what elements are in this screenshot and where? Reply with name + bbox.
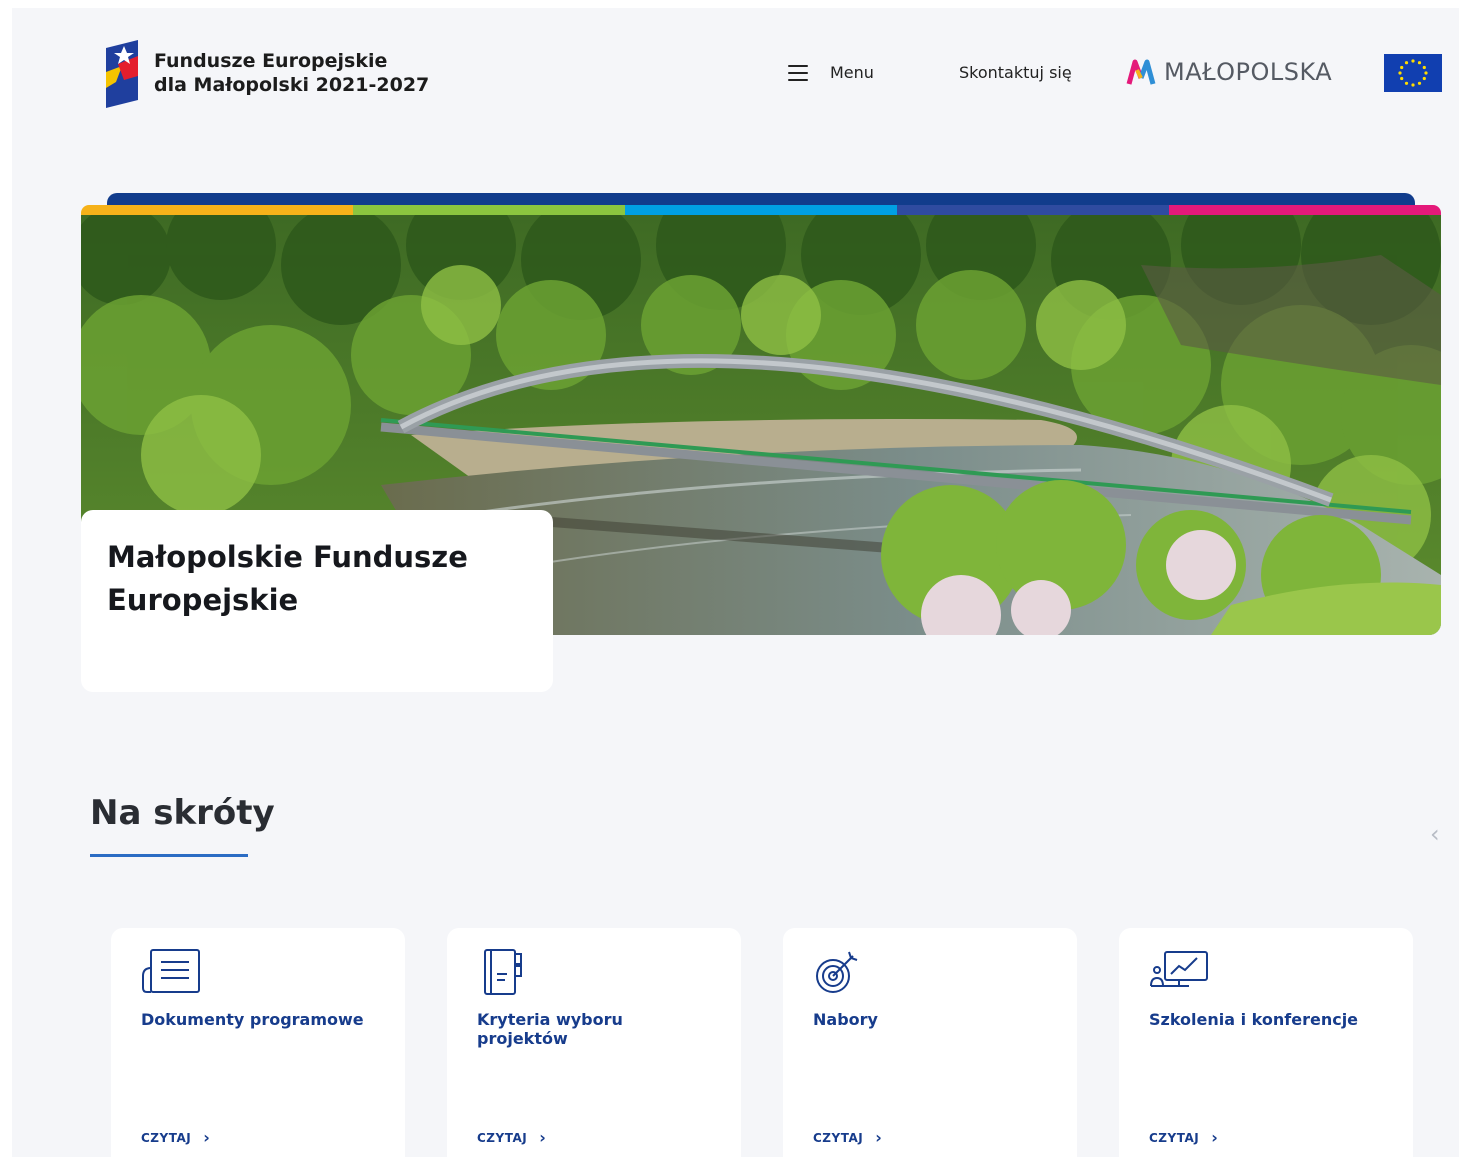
chevron-right-icon: › <box>539 1128 547 1147</box>
stripe-green <box>353 205 625 215</box>
chevron-left-icon[interactable]: ‹ <box>1430 820 1440 848</box>
stripe-cyan <box>625 205 897 215</box>
notebook-icon <box>484 949 522 995</box>
chevron-right-icon: › <box>203 1128 211 1147</box>
malopolska-logo[interactable]: MAŁOPOLSKA <box>1126 58 1332 86</box>
menu-label: Menu <box>830 63 874 82</box>
eu-flag <box>1384 54 1442 92</box>
hero-title: Małopolskie Fundusze Europejskie <box>107 540 468 617</box>
shortcut-card-documents[interactable]: Dokumenty programowe CZYTAJ › <box>111 928 405 1157</box>
stripe-yellow <box>81 205 353 215</box>
hero-color-stripes <box>81 205 1441 215</box>
shortcut-cards: Dokumenty programowe CZYTAJ › Kryteria w… <box>111 928 1413 1157</box>
stripe-navy <box>897 205 1169 215</box>
chevron-right-icon: › <box>875 1128 883 1147</box>
card-title: Kryteria wyboru projektów <box>477 1010 623 1048</box>
shortcut-card-criteria[interactable]: Kryteria wyboru projektów CZYTAJ › <box>447 928 741 1157</box>
malopolska-label: MAŁOPOLSKA <box>1164 58 1333 86</box>
chevron-right-icon: › <box>1211 1128 1219 1147</box>
read-more-link[interactable]: CZYTAJ › <box>141 1128 210 1147</box>
fe-logo-icon <box>106 40 138 108</box>
menu-button[interactable]: Menu <box>788 63 874 82</box>
read-more-label: CZYTAJ <box>813 1130 864 1145</box>
read-more-link[interactable]: CZYTAJ › <box>813 1128 882 1147</box>
target-icon <box>816 951 858 993</box>
card-title: Szkolenia i konferencje <box>1149 1010 1359 1029</box>
hero-card: Małopolskie Fundusze Europejskie <box>81 510 553 692</box>
eu-stars-icon <box>1398 59 1428 87</box>
page: Fundusze Europejskie dla Małopolski 2021… <box>12 8 1459 1157</box>
section-title: Na skróty <box>90 793 275 833</box>
logo-line-2: dla Małopolski 2021-2027 <box>154 74 430 96</box>
contact-link[interactable]: Skontaktuj się <box>959 63 1072 82</box>
shortcut-card-trainings[interactable]: Szkolenia i konferencje CZYTAJ › <box>1119 928 1413 1157</box>
document-icon <box>142 949 200 993</box>
read-more-link[interactable]: CZYTAJ › <box>477 1128 546 1147</box>
hamburger-icon <box>788 64 808 81</box>
logo-text: Fundusze Europejskie dla Małopolski 2021… <box>154 49 429 97</box>
card-title: Dokumenty programowe <box>141 1010 364 1029</box>
section-underline <box>90 854 248 857</box>
fe-logo[interactable]: Fundusze Europejskie dla Małopolski 2021… <box>102 38 429 108</box>
malopolska-m-icon <box>1126 59 1156 85</box>
stripe-magenta <box>1169 205 1441 215</box>
read-more-link[interactable]: CZYTAJ › <box>1149 1128 1218 1147</box>
shortcut-card-calls[interactable]: Nabory CZYTAJ › <box>783 928 1077 1157</box>
read-more-label: CZYTAJ <box>477 1130 528 1145</box>
read-more-label: CZYTAJ <box>1149 1130 1200 1145</box>
read-more-label: CZYTAJ <box>141 1130 192 1145</box>
card-title: Nabory <box>813 1010 878 1029</box>
logo-line-1: Fundusze Europejskie <box>154 50 388 72</box>
presentation-icon <box>1150 951 1208 987</box>
